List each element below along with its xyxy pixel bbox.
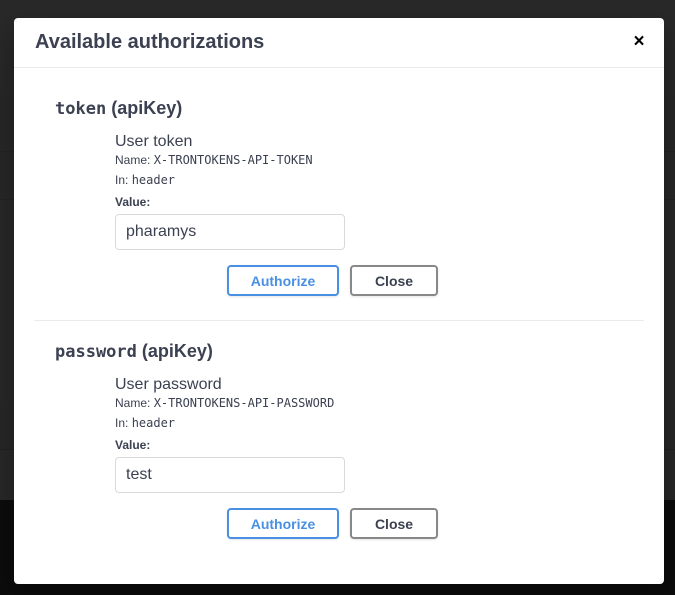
auth-type: (apiKey) xyxy=(111,98,183,118)
name-label: Name: xyxy=(115,153,151,167)
auth-heading: password (apiKey) xyxy=(55,341,644,362)
header-name-value: X-TRONTOKENS-API-PASSWORD xyxy=(153,396,335,410)
close-button[interactable]: Close xyxy=(350,508,438,539)
auth-block-password: password (apiKey) User password Name: X-… xyxy=(34,341,644,539)
value-label: Value: xyxy=(115,438,151,452)
auth-type: (apiKey) xyxy=(141,341,213,361)
auth-in: In: header xyxy=(115,416,644,430)
auth-heading: token (apiKey) xyxy=(55,98,644,119)
auth-name: token xyxy=(55,99,107,119)
close-button[interactable]: Close xyxy=(350,265,438,296)
button-row: Authorize Close xyxy=(227,508,644,539)
modal-title: Available authorizations xyxy=(35,31,265,53)
password-value-input[interactable] xyxy=(115,457,345,493)
auth-in: In: header xyxy=(115,173,644,187)
modal-header: Available authorizations × xyxy=(14,18,664,68)
auth-description: User password xyxy=(115,376,222,393)
close-icon[interactable]: × xyxy=(628,31,650,53)
auth-divider xyxy=(34,320,644,321)
auth-body: User token Name: X-TRONTOKENS-API-TOKEN … xyxy=(115,133,644,250)
auth-header-name: Name: X-TRONTOKENS-API-PASSWORD xyxy=(115,396,644,410)
name-label: Name: xyxy=(115,396,151,410)
auth-block-token: token (apiKey) User token Name: X-TRONTO… xyxy=(34,98,644,296)
in-value: header xyxy=(131,173,176,187)
authorize-button[interactable]: Authorize xyxy=(227,265,339,296)
in-label: In: xyxy=(115,173,129,187)
button-row: Authorize Close xyxy=(227,265,644,296)
in-value: header xyxy=(131,416,176,430)
in-label: In: xyxy=(115,416,129,430)
auth-header-name: Name: X-TRONTOKENS-API-TOKEN xyxy=(115,153,644,167)
token-value-input[interactable] xyxy=(115,214,345,250)
auth-body: User password Name: X-TRONTOKENS-API-PAS… xyxy=(115,376,644,493)
header-name-value: X-TRONTOKENS-API-TOKEN xyxy=(153,153,313,167)
auth-description: User token xyxy=(115,133,193,150)
authorizations-modal: Available authorizations × token (apiKey… xyxy=(14,18,664,584)
authorize-button[interactable]: Authorize xyxy=(227,508,339,539)
auth-name: password xyxy=(55,342,137,362)
value-label: Value: xyxy=(115,195,151,209)
